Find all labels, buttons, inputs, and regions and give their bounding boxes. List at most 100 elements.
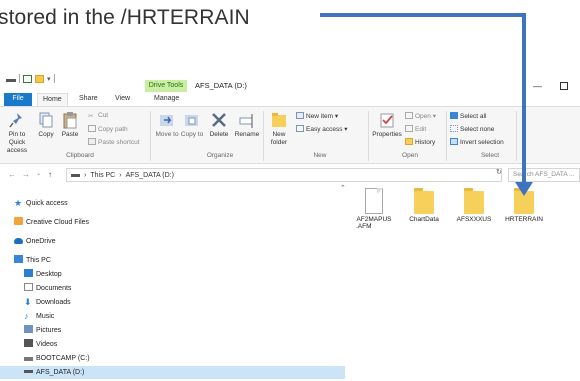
music-icon: ♪: [24, 311, 29, 321]
properties-button[interactable]: Properties: [370, 111, 404, 139]
copy-label: Copy: [38, 131, 54, 138]
open-button[interactable]: Open ▾: [405, 112, 436, 121]
properties-qat-icon[interactable]: [23, 74, 32, 83]
nav-item-bootcamp[interactable]: BOOTCAMP (C:): [0, 352, 345, 365]
up-button[interactable]: ↑: [48, 170, 52, 179]
file-explorer-window: ▾ Drive Tools AFS_DATA (D:) — File Home …: [0, 66, 580, 381]
select-group-label: Select: [480, 152, 500, 159]
nav-item-music[interactable]: ♪ Music: [0, 310, 345, 323]
new-group-label: New: [313, 152, 327, 159]
copy-path-button[interactable]: Copy path: [88, 125, 128, 134]
ribbon: Pin to Quick access Copy Paste ✂ Cut Copy…: [0, 106, 580, 164]
nav-item-downloads[interactable]: ⬇ Downloads: [0, 296, 345, 309]
title-bar: ▾ Drive Tools AFS_DATA (D:) —: [0, 66, 580, 92]
breadcrumb-afs-data[interactable]: AFS_DATA (D:): [126, 171, 174, 180]
copy-button[interactable]: Copy: [35, 111, 57, 139]
new-folder-label: New folder: [270, 131, 288, 146]
documents-icon: [24, 283, 33, 291]
delete-icon: [210, 111, 228, 129]
easy-access-icon: [296, 125, 304, 132]
rename-button[interactable]: Rename: [233, 111, 261, 139]
breadcrumb-this-pc[interactable]: This PC: [90, 171, 115, 180]
select-none-icon: [450, 125, 458, 132]
history-icon: [405, 138, 413, 145]
copy-to-icon: [183, 111, 201, 129]
caption-text: stored in the /HRTERRAIN: [0, 6, 250, 29]
nav-item-onedrive[interactable]: OneDrive: [0, 235, 345, 248]
drive-icon: [71, 174, 80, 177]
nav-item-afs-data[interactable]: AFS_DATA (D:): [0, 366, 345, 379]
history-button[interactable]: History: [405, 138, 435, 147]
nav-item-videos[interactable]: Videos: [0, 338, 345, 351]
properties-label: Properties: [372, 131, 402, 138]
quick-access-toolbar: ▾: [6, 74, 55, 83]
tab-manage[interactable]: Manage: [149, 93, 184, 106]
maximize-button[interactable]: [560, 82, 568, 90]
rename-label: Rename: [234, 131, 260, 138]
nav-item-documents[interactable]: Documents: [0, 282, 345, 295]
file-name-ext: .AFM: [356, 223, 372, 230]
clipboard-group-label: Clipboard: [66, 152, 94, 159]
move-to-icon: [158, 111, 176, 129]
folder-item-chartdata[interactable]: ChartData: [402, 188, 446, 223]
pictures-icon: [24, 325, 33, 333]
paste-label: Paste: [61, 131, 79, 138]
folder-item-afsxxxus[interactable]: AFSXXXUS: [452, 188, 496, 223]
drive-tools-context-tab: Drive Tools: [145, 80, 187, 92]
nav-item-quick-access[interactable]: ★ Quick access: [0, 197, 345, 210]
folder-name: HRTERRAIN: [505, 216, 543, 223]
invert-selection-button[interactable]: Invert selection: [450, 138, 504, 147]
copy-to-label: Copy to: [180, 131, 204, 138]
paste-shortcut-button[interactable]: Paste shortcut: [88, 138, 140, 147]
nav-item-pictures[interactable]: Pictures: [0, 324, 345, 337]
file-name: AF2MAPUS: [356, 216, 392, 223]
computer-icon: [14, 255, 23, 263]
paste-shortcut-icon: [88, 138, 96, 145]
pin-icon: [8, 111, 26, 129]
nav-item-this-pc[interactable]: This PC: [0, 254, 345, 267]
pin-to-quick-access-button[interactable]: Pin to Quick access: [2, 111, 32, 155]
tab-share[interactable]: Share: [74, 93, 103, 106]
select-none-button[interactable]: Select none: [450, 125, 494, 134]
cut-button[interactable]: ✂ Cut: [88, 112, 108, 120]
scissors-icon: ✂: [88, 113, 94, 120]
forward-button[interactable]: →: [22, 170, 30, 179]
nav-item-desktop[interactable]: Desktop: [0, 268, 345, 281]
file-item[interactable]: AF2MAPUS .AFM: [352, 188, 396, 230]
back-button[interactable]: ←: [8, 170, 16, 179]
new-item-icon: [296, 112, 304, 119]
new-folder-qat-icon[interactable]: [35, 74, 44, 83]
tab-home[interactable]: Home: [37, 93, 68, 106]
rename-icon: [238, 111, 256, 129]
copy-to-button[interactable]: Copy to: [180, 111, 204, 139]
invert-selection-icon: [450, 138, 458, 145]
select-all-button[interactable]: Select all: [450, 112, 486, 121]
move-to-button[interactable]: Move to: [155, 111, 179, 139]
drive-icon: [24, 370, 33, 373]
delete-label: Delete: [209, 131, 229, 138]
recent-locations-button[interactable]: ⌄: [36, 170, 41, 177]
easy-access-button[interactable]: Easy access ▾: [296, 125, 348, 134]
tab-view[interactable]: View: [110, 93, 135, 106]
tab-file[interactable]: File: [4, 93, 32, 106]
folder-name: AFSXXXUS: [456, 216, 492, 223]
breadcrumb: › This PC › AFS_DATA (D:): [71, 171, 174, 180]
ribbon-tabs: File Home Share View Manage: [0, 92, 580, 106]
folder-name: ChartData: [409, 216, 439, 223]
customize-qat-icon[interactable]: ▾: [47, 75, 51, 83]
new-item-button[interactable]: New item ▾: [296, 112, 338, 121]
paste-button[interactable]: Paste: [58, 111, 82, 139]
address-bar[interactable]: › This PC › AFS_DATA (D:) ⌄: [66, 168, 552, 182]
select-all-icon: [450, 112, 458, 119]
refresh-button[interactable]: ↻: [496, 168, 502, 176]
window-title: AFS_DATA (D:): [195, 81, 247, 90]
new-folder-button[interactable]: New folder: [266, 111, 292, 147]
annotation-arrow-line: [320, 13, 526, 17]
desktop-icon: [24, 269, 33, 277]
nav-item-creative-cloud-files[interactable]: Creative Cloud Files: [0, 216, 345, 229]
minimize-button[interactable]: —: [533, 80, 542, 92]
edit-button[interactable]: Edit: [405, 125, 426, 134]
delete-button[interactable]: Delete: [206, 111, 232, 139]
download-icon: ⬇: [24, 297, 32, 307]
search-input[interactable]: Search AFS_DATA ...: [508, 168, 580, 182]
